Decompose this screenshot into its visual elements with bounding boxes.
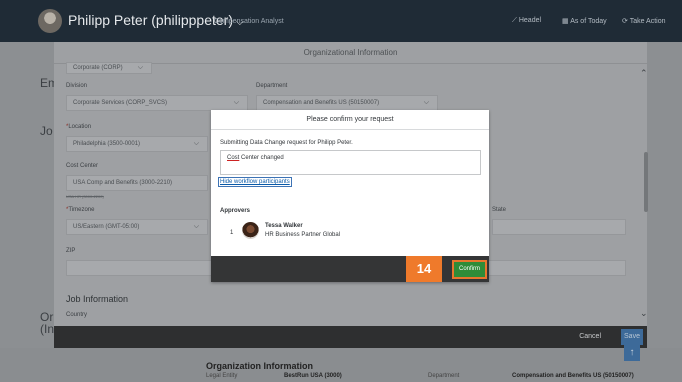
back-to-top-button[interactable]: ↑ [624,345,640,361]
org-dialog-title: Organizational Information [54,42,647,64]
user-avatar[interactable] [38,9,62,33]
cost-center-field[interactable]: USA Comp and Benefits (3000-2210) [66,175,208,191]
cost-center-old-value: USA HR (3000-2200) [66,194,104,199]
comment-textarea[interactable]: Cost Center changed [220,150,481,175]
cancel-button[interactable]: Cancel [579,333,601,340]
org-dialog-footer: Cancel Save [54,326,647,348]
department-summary-label: Department [428,373,460,379]
location-label: *Location [66,124,92,130]
take-action-button[interactable]: ⟳ Take Action [622,17,666,25]
bg-section-label: Jo [40,124,53,138]
state-label: State [492,207,507,213]
tutorial-step-badge: 14 [406,256,442,282]
bg-section-label: (In [40,322,55,336]
approver-number: 1 [230,230,234,236]
chevron-down-icon: ⌵ [423,99,429,106]
scroll-down-icon[interactable]: ⌄ [640,308,648,319]
cost-center-label: Cost Center [66,163,99,169]
chevron-down-icon: ⌵ [193,223,199,230]
department-summary-value: Compensation and Benefits US (50150007) [512,373,634,379]
hide-workflow-participants-link[interactable]: Hide workflow participants [218,177,292,187]
scroll-up-icon[interactable]: ⌃ [640,68,648,79]
department-label: Department [256,83,288,89]
timezone-select[interactable]: US/Eastern (GMT-05:00) ⌵ [66,219,208,235]
confirm-button[interactable]: Confirm [452,260,487,279]
legal-entity-label: Legal Entity [206,373,238,379]
country-label: Country [66,312,88,318]
location-select[interactable]: Philadelphia (3500-0001) ⌵ [66,136,208,152]
chevron-down-icon: ⌵ [233,99,239,106]
division-select[interactable]: Corporate Services (CORP_SVCS) ⌵ [66,95,248,111]
comment-spellcheck-word: Cost [227,155,240,161]
bottom-org-title: Organization Information [206,361,313,371]
confirm-request-dialog: Please confirm your request Submitting D… [211,110,489,282]
approver-name: Tessa Walker [265,223,303,229]
job-information-title: Job Information [66,294,129,304]
division-label: Division [66,83,88,89]
confirm-dialog-subtitle: Submitting Data Change request for Phili… [220,140,353,146]
partial-top-select[interactable]: Corporate (CORP) ⌵ [66,62,152,74]
confirm-dialog-title: Please confirm your request [211,110,489,130]
save-button[interactable]: Save [621,329,643,345]
approver-avatar [242,222,259,239]
scrollbar[interactable] [644,152,648,212]
headel-link[interactable]: ⟋ Headel [512,17,541,25]
as-of-today-button[interactable]: ▦ As of Today [562,17,607,25]
approvers-heading: Approvers [220,208,251,214]
department-select[interactable]: Compensation and Benefits US (50150007) ⌵ [256,95,438,111]
shell-bar: Philipp Peter (philipppeter) ⌵ Compensati… [0,0,682,42]
approver-role: HR Business Partner Global [265,232,341,238]
chevron-down-icon: ⌵ [137,64,143,71]
zip-label: ZIP [66,248,76,254]
chevron-down-icon: ⌵ [193,140,199,147]
state-field[interactable] [492,219,626,235]
timezone-label: *Timezone [66,207,95,213]
user-role: Compensation Analyst [214,18,284,25]
legal-entity-value: BestRun USA (3000) [284,373,342,379]
confirm-dialog-footer: Confirm [211,256,489,282]
